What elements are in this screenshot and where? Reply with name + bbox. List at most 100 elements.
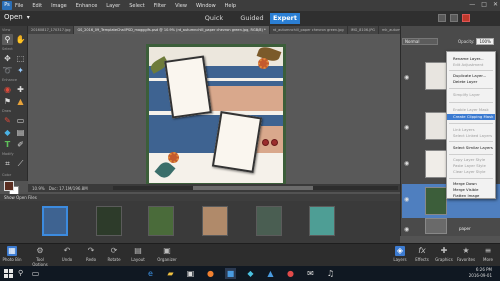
zoom-level[interactable]: 10.9% (32, 186, 45, 191)
menu-item-flatten-image[interactable]: Flatten Image (447, 193, 495, 199)
move-tool-icon[interactable]: ✥ (2, 53, 13, 64)
menu-item-select-similar-layers[interactable]: Select Similar Layers (447, 145, 495, 151)
file-explorer-icon[interactable]: ▰ (165, 268, 176, 279)
paint-bucket-tool-icon[interactable]: ◆ (2, 127, 13, 138)
tab-guided[interactable]: Guided (236, 13, 268, 24)
visibility-eye-icon[interactable]: ◉ (404, 124, 409, 131)
document-tab[interactable]: mk_autumnoldies_woodso (379, 26, 400, 34)
magic-wand-tool-icon[interactable]: ✦ (15, 65, 26, 76)
menu-window[interactable]: Window (196, 3, 216, 9)
effects-button[interactable]: fx Effects (410, 246, 434, 262)
menu-layer[interactable]: Layer (106, 3, 120, 9)
app-icon[interactable]: ● (285, 268, 296, 279)
layers-button[interactable]: ◈ Layers (388, 246, 412, 262)
tool-options-button[interactable]: ⚙ Tool Options (28, 246, 52, 267)
show-open-files-dropdown[interactable]: Show Open Files (4, 195, 37, 200)
store-icon[interactable]: ▣ (185, 268, 196, 279)
favorites-button[interactable]: ★ Favorites (454, 246, 478, 262)
minimize-icon[interactable]: — (469, 1, 475, 8)
canvas-area[interactable] (28, 34, 400, 186)
layer-thumbnail[interactable] (425, 62, 447, 90)
horizontal-scrollbar[interactable] (113, 186, 398, 190)
more-button[interactable]: ≡ More (476, 246, 500, 262)
firefox-icon[interactable]: ● (205, 268, 216, 279)
layer-name[interactable]: paper (459, 226, 471, 231)
visibility-eye-icon[interactable]: ◉ (404, 74, 409, 81)
menu-view[interactable]: View (175, 3, 187, 9)
straighten-tool-icon[interactable]: ⟋ (15, 158, 26, 169)
spot-healing-tool-icon[interactable]: ✚ (15, 84, 26, 95)
clone-stamp-tool-icon[interactable]: ⚑ (2, 96, 13, 107)
opacity-input[interactable]: 100% (476, 38, 495, 45)
menu-image[interactable]: Image (51, 3, 67, 9)
bin-thumbnail-template[interactable] (42, 206, 68, 236)
windows-start-icon[interactable] (4, 269, 13, 278)
layer-thumbnail[interactable] (425, 218, 447, 234)
app-icon[interactable]: ◆ (245, 268, 256, 279)
layer-thumbnail[interactable] (425, 187, 447, 215)
layer-thumbnail[interactable] (425, 112, 447, 140)
scrapbook-artboard[interactable] (146, 44, 286, 186)
document-tab-active[interactable]: GS_2016_09_TemplateChallPSD_magggifs.psd… (74, 26, 270, 34)
create-icon[interactable] (438, 14, 446, 22)
menu-item-delete-layer[interactable]: Delete Layer (447, 79, 495, 85)
maximize-icon[interactable]: □ (481, 1, 487, 8)
sponge-tool-icon[interactable]: ▲ (15, 96, 26, 107)
share-icon[interactable] (450, 14, 458, 22)
menu-enhance[interactable]: Enhance (76, 3, 98, 9)
visibility-eye-icon[interactable]: ◉ (404, 160, 409, 167)
visibility-eye-icon[interactable]: ◉ (404, 196, 409, 203)
pencil-tool-icon[interactable]: ✐ (15, 139, 26, 150)
photo-bin-button[interactable]: ▦ Photo Bin (0, 246, 24, 262)
brush-tool-icon[interactable]: ✎ (2, 115, 13, 126)
menu-help[interactable]: Help (225, 3, 236, 9)
crop-tool-icon[interactable]: ⌗ (2, 158, 13, 169)
graphics-button[interactable]: ✚ Graphics (432, 246, 456, 262)
organizer-button[interactable]: ▣ Organizer (152, 246, 182, 262)
undo-button[interactable]: ↶ Undo (55, 246, 79, 262)
lasso-tool-icon[interactable]: ➰ (2, 65, 13, 76)
edge-browser-icon[interactable]: e (145, 268, 156, 279)
layout-button[interactable]: ▤ Layout (126, 246, 150, 262)
marquee-tool-icon[interactable]: ⬚ (15, 53, 26, 64)
system-clock[interactable]: 6:26 PM 2016-09-01 (469, 267, 492, 279)
hand-tool-icon[interactable]: ✋ (15, 34, 26, 45)
menu-item-create-clipping-mask[interactable]: Create Clipping Mask (447, 114, 495, 120)
menu-edit[interactable]: Edit (32, 3, 42, 9)
app-icon[interactable]: ▲ (265, 268, 276, 279)
rotate-button[interactable]: ⟳ Rotate (102, 246, 126, 262)
menu-file[interactable]: File (15, 3, 23, 9)
redo-button[interactable]: ↷ Redo (79, 246, 103, 262)
type-tool-icon[interactable]: T (2, 139, 13, 150)
zoom-tool-icon[interactable]: ⚲ (2, 34, 13, 45)
menu-select[interactable]: Select (129, 3, 144, 9)
menu-filter[interactable]: Filter (154, 3, 166, 9)
bin-thumbnail-dog-photo[interactable] (148, 206, 174, 236)
foreground-color-swatch[interactable] (4, 181, 14, 191)
bin-thumbnail-wood-paper[interactable] (202, 206, 228, 236)
photo-frame-left[interactable] (164, 55, 212, 119)
bin-thumbnail-teal-paper[interactable] (309, 206, 335, 236)
red-eye-tool-icon[interactable]: ◉ (2, 84, 13, 95)
tab-expert[interactable]: Expert (270, 13, 300, 24)
document-tab[interactable]: rd_autumnchill_paper chevron green.jpg (270, 26, 348, 34)
close-icon[interactable]: ✕ (493, 1, 498, 8)
search-icon[interactable]: ⚲ (18, 269, 23, 277)
photoshop-elements-taskbar-icon[interactable]: ■ (225, 268, 236, 279)
bin-thumbnail-photo[interactable] (96, 206, 122, 236)
app-icon[interactable]: ♫ (325, 268, 336, 279)
open-button[interactable]: Open (4, 13, 30, 21)
blend-mode-select[interactable]: Normal (402, 38, 438, 45)
eraser-tool-icon[interactable]: ▭ (15, 115, 26, 126)
document-tab[interactable]: IMG_8106.JPG (348, 26, 380, 34)
photo-frame-right[interactable] (211, 111, 263, 173)
task-view-icon[interactable]: ▭ (30, 268, 41, 279)
app-icon[interactable]: ✉ (305, 268, 316, 279)
layer-thumbnail[interactable] (425, 150, 447, 178)
document-tab[interactable]: 20160817_170317.jpg (28, 26, 75, 34)
gradient-tool-icon[interactable]: ▤ (15, 127, 26, 138)
tab-quick[interactable]: Quick (200, 13, 228, 24)
bin-thumbnail-green-paper[interactable] (256, 206, 282, 236)
account-icon[interactable] (462, 14, 470, 22)
visibility-eye-icon[interactable]: ◉ (404, 226, 409, 233)
